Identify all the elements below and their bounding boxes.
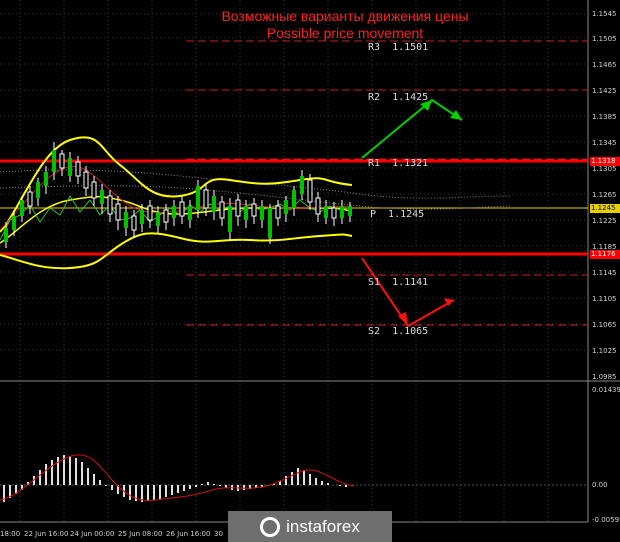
price-tick: 1.1345 (592, 139, 617, 147)
time-tick: 26 Jun 16:00 (166, 530, 211, 538)
price-tick: 1.1545 (592, 10, 617, 18)
price-tick: 1.1145 (592, 269, 617, 277)
level-r2-label: R2 1.1425 (368, 92, 429, 103)
instaforex-logo-icon (260, 516, 281, 537)
time-tick: 30 (214, 530, 223, 538)
level-r1-label: R1 1.1321 (368, 158, 429, 169)
price-tag-resistance: 1.1318 (590, 157, 620, 166)
osc-tick-mid: 0.00 (592, 481, 608, 489)
price-tick: 1.1225 (592, 217, 617, 225)
instaforex-watermark: instaforex (228, 511, 392, 542)
price-tick: 1.1505 (592, 35, 617, 43)
grid (0, 0, 588, 522)
price-tag-current: 1.1245 (590, 204, 620, 213)
arrow-up (361, 98, 463, 159)
time-tick: 22 Jun 16:00 (24, 530, 69, 538)
level-s2-label: S2 1.1065 (368, 326, 429, 337)
price-tick: 1.1265 (592, 191, 617, 199)
price-tick: 1.1465 (592, 61, 617, 69)
price-tick: 1.1065 (592, 321, 617, 329)
price-tick: 1.1425 (592, 87, 617, 95)
watermark-text: instaforex (286, 516, 360, 536)
chart-title-ru: Возможные варианты движения цены (221, 8, 469, 24)
price-tick: 1.1385 (592, 113, 617, 121)
price-tag-support: 1.1176 (590, 250, 620, 259)
price-tick: 1.1025 (592, 347, 617, 355)
level-p-label: P 1.1245 (370, 209, 425, 220)
time-tick: 25 Jun 08:00 (118, 530, 163, 538)
price-tick: 1.1305 (592, 165, 617, 173)
level-s1-label: S1 1.1141 (368, 277, 429, 288)
arrow-down (361, 257, 455, 328)
price-tick: 1.1105 (592, 295, 617, 303)
osc-histogram (3, 455, 353, 502)
osc-tick-bottom: -0.00595 (592, 516, 620, 524)
chart-title-en: Possible price movement (266, 25, 424, 41)
chart-window: Возможные варианты движения цены Possibl… (0, 0, 620, 542)
time-tick: 24 Jun 00:00 (70, 530, 115, 538)
level-r3-label: R3 1.1501 (368, 42, 429, 53)
candles (4, 142, 352, 248)
osc-signal-line (0, 454, 355, 501)
osc-tick-top: 0.01439 (592, 386, 620, 394)
price-tick: 1.0985 (592, 373, 617, 381)
time-tick: 18:00 (0, 530, 21, 538)
chart-canvas (0, 0, 620, 523)
